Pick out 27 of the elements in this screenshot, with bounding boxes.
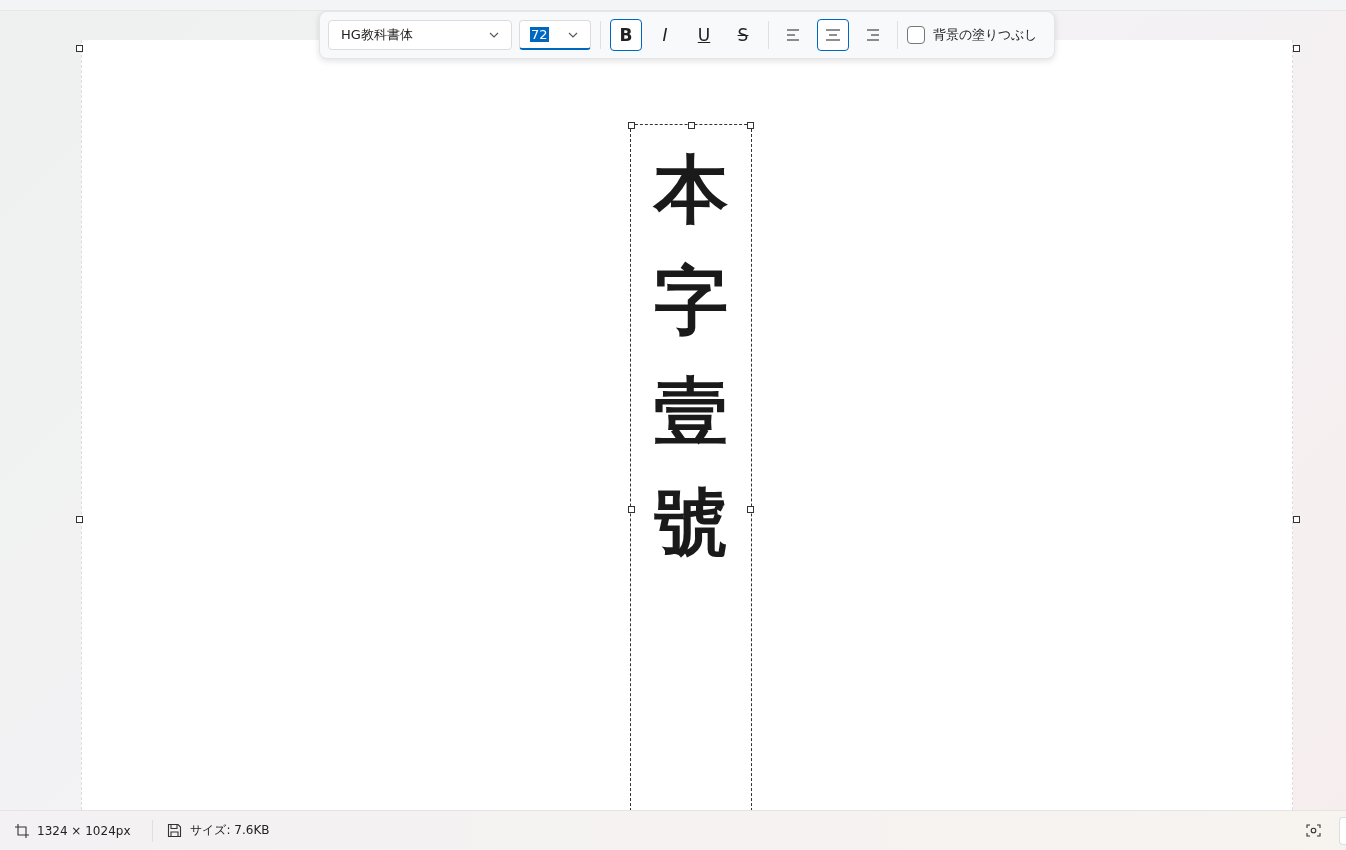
resize-handle[interactable] xyxy=(628,122,635,129)
resize-handle[interactable] xyxy=(76,45,83,52)
chevron-icon xyxy=(568,31,578,38)
chevron-icon xyxy=(489,32,499,38)
strikethrough-button[interactable]: S xyxy=(727,19,759,51)
checkbox-label: 背景の塗りつぶし xyxy=(933,26,1037,44)
vertical-text: 本字壹號 xyxy=(654,148,728,566)
file-size: サイズ: 7.6KB xyxy=(190,822,270,839)
resize-handle[interactable] xyxy=(747,122,754,129)
italic-button[interactable]: I xyxy=(649,19,681,51)
resize-handle[interactable] xyxy=(628,506,635,513)
resize-handle[interactable] xyxy=(688,122,695,129)
crop-icon xyxy=(15,823,29,838)
image-dimensions: 1324 × 1024px xyxy=(37,823,131,838)
resize-handle[interactable] xyxy=(1293,516,1300,523)
save-icon xyxy=(167,823,183,838)
resize-handle[interactable] xyxy=(76,516,83,523)
align-center-icon xyxy=(824,28,842,42)
fit-screen-icon[interactable] xyxy=(1306,824,1321,837)
resize-handle[interactable] xyxy=(1293,45,1300,52)
bold-button[interactable]: B xyxy=(610,19,642,51)
font-dropdown[interactable]: HG教科書体 xyxy=(328,20,512,50)
underline-button[interactable]: U xyxy=(688,19,720,51)
resize-handle[interactable] xyxy=(747,506,754,513)
align-center-button[interactable] xyxy=(817,19,849,51)
size-dropdown[interactable]: 72 xyxy=(519,20,591,50)
checkbox[interactable] xyxy=(907,26,925,44)
